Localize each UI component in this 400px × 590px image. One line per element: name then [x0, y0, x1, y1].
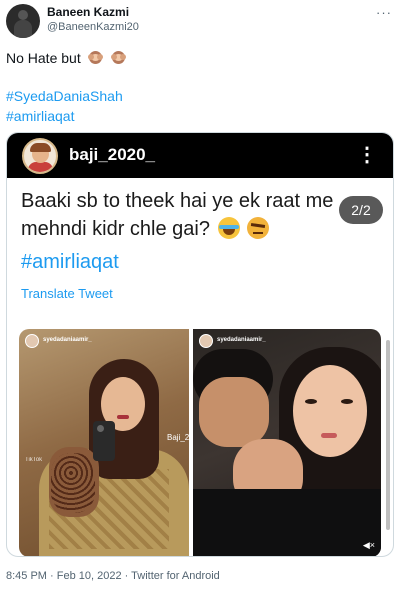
mute-icon: ◀× [362, 540, 375, 550]
embedded-hashtag: #amirliaqat [21, 251, 119, 273]
image-counter-badge: 2/2 [339, 196, 383, 224]
mini-avatar [25, 334, 39, 348]
lips-shape [321, 433, 337, 438]
tweet-text-body: No Hate but [6, 50, 81, 66]
embedded-text-body: Baaki sb to theek hai ye ek raat me mehn… [21, 190, 334, 240]
avatar-head-shape [18, 10, 28, 20]
tweet-meta[interactable]: 8:45 PM · Feb 10, 2022 · Twitter for And… [6, 570, 220, 582]
embedded-screenshot[interactable]: baji_2020_ ⋮ Baaki sb to theek hai ye ek… [6, 132, 394, 557]
see-no-evil-monkey-icon [110, 50, 127, 65]
avatar[interactable] [6, 4, 40, 38]
photo-account-label: syedadaniaamir_ [217, 337, 266, 343]
jacket-shape [193, 489, 381, 556]
right-photo: syedadaniaamir_ ◀× [193, 329, 381, 556]
embedded-avatar [22, 138, 58, 174]
eye-shape [305, 399, 317, 404]
author-handle[interactable]: @BaneenKazmi20 [47, 21, 139, 33]
embedded-header: baji_2020_ ⋮ [7, 133, 393, 178]
more-horizontal-icon[interactable]: ··· [376, 5, 392, 20]
photo-account-label: syedadaniaamir_ [43, 337, 92, 343]
see-no-evil-monkey-icon [87, 50, 104, 65]
embedded-username: baji_2020_ [69, 145, 156, 164]
tweet-header: Baneen Kazmi @BaneenKazmi20 ··· [0, 0, 400, 40]
author-name[interactable]: Baneen Kazmi [47, 5, 129, 19]
scrollbar[interactable] [386, 340, 390, 530]
camera-icon [97, 425, 104, 432]
henna-pattern [51, 453, 95, 513]
mini-avatar [199, 334, 213, 348]
tears-of-joy-icon [217, 217, 240, 239]
angry-face-icon [247, 217, 270, 239]
more-vertical-icon: ⋮ [357, 144, 377, 166]
watermark-text: Baji_2020_ [167, 433, 189, 442]
embedded-tweet-text: Baaki sb to theek hai ye ek raat me mehn… [21, 187, 381, 243]
tweet-text: No Hate but [6, 50, 127, 66]
tiktok-label: TikTok [25, 457, 43, 463]
translate-tweet-link: Translate Tweet [21, 286, 113, 301]
man-face-shape [199, 377, 269, 447]
eye-shape [341, 399, 353, 404]
hashtag-link[interactable]: #amirliaqat [6, 108, 74, 124]
avatar-body-shape [14, 20, 32, 38]
face-shape [293, 365, 367, 457]
left-photo: syedadaniaamir_ Baji_2020_ TikTok [19, 329, 189, 556]
hashtag-link[interactable]: #SyedaDaniaShah [6, 88, 123, 104]
lips-shape [117, 415, 129, 419]
